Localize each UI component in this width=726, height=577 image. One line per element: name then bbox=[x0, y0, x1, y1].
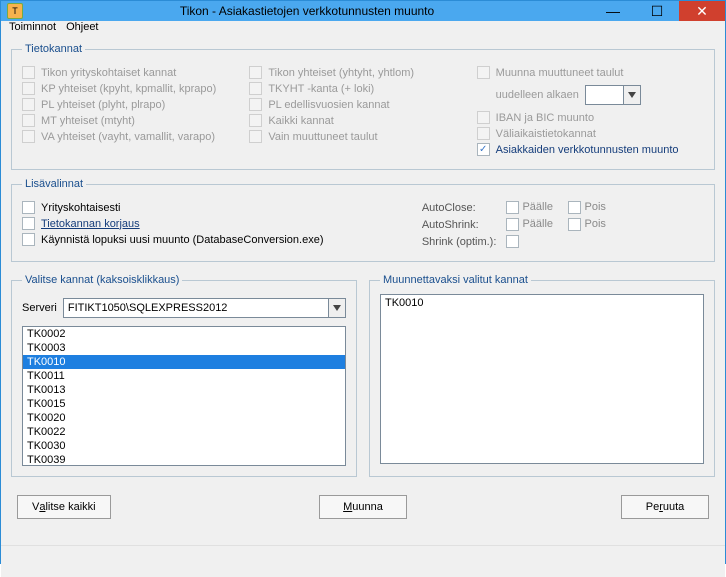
lisavalinnat-legend: Lisävalinnat bbox=[22, 178, 86, 190]
statusbar bbox=[1, 545, 725, 577]
tietokannat-legend: Tietokannat bbox=[22, 43, 85, 55]
list-item[interactable]: TK0030 bbox=[23, 439, 345, 453]
autoshrink-label: AutoShrink: bbox=[422, 217, 505, 232]
list-item[interactable]: TK0020 bbox=[23, 411, 345, 425]
chk-asiakkaiden-verkkotunnusten[interactable]: Asiakkaiden verkkotunnusten muunto bbox=[477, 143, 704, 156]
tietokannat-group: Tietokannat Tikon yrityskohtaiset kannat… bbox=[11, 43, 715, 170]
window-controls: — ☐ ✕ bbox=[591, 1, 725, 21]
valitut-text[interactable]: TK0010 bbox=[380, 294, 704, 464]
menubar: Toiminnot Ohjeet bbox=[1, 21, 725, 33]
list-item[interactable]: TK0015 bbox=[23, 397, 345, 411]
chk-pl-edellisvuosien: PL edellisvuosien kannat bbox=[249, 98, 476, 111]
valitse-kannat-group: Valitse kannat (kaksoisklikkaus) Serveri… bbox=[11, 274, 357, 477]
list-item[interactable]: TK0039 bbox=[23, 453, 345, 466]
chk-mt-yhteiset: MT yhteiset (mtyht) bbox=[22, 114, 249, 127]
chk-va-yhteiset: VA yhteiset (vayht, vamallit, varapo) bbox=[22, 130, 249, 143]
minimize-button[interactable]: — bbox=[591, 1, 635, 21]
chk-pl-yhteiset: PL yhteiset (plyht, plrapo) bbox=[22, 98, 249, 111]
chk-kaikki-kannat: Kaikki kannat bbox=[249, 114, 476, 127]
list-item[interactable]: TK0013 bbox=[23, 383, 345, 397]
muunna-button[interactable]: Muunna bbox=[319, 495, 407, 519]
chevron-down-icon bbox=[623, 86, 640, 104]
main-window: T Tikon - Asiakastietojen verkkotunnuste… bbox=[0, 0, 726, 564]
chk-iban-bic: IBAN ja BIC muunto bbox=[477, 111, 704, 124]
list-item[interactable]: TK0010 bbox=[23, 355, 345, 369]
chk-tikon-yhteiset: Tikon yhteiset (yhtyht, yhtlom) bbox=[249, 66, 476, 79]
list-item[interactable]: TK0022 bbox=[23, 425, 345, 439]
serveri-label: Serveri bbox=[22, 302, 57, 314]
list-item[interactable]: TK0002 bbox=[23, 327, 345, 341]
app-icon: T bbox=[7, 3, 23, 19]
chk-tikon-yrityskohtaiset: Tikon yrityskohtaiset kannat bbox=[22, 66, 249, 79]
titlebar[interactable]: T Tikon - Asiakastietojen verkkotunnuste… bbox=[1, 1, 725, 21]
autoclose-label: AutoClose: bbox=[422, 200, 505, 215]
close-button[interactable]: ✕ bbox=[679, 1, 725, 21]
uudelleen-alkaen-combo[interactable] bbox=[585, 85, 641, 105]
serveri-value: FITIKT1050\SQLEXPRESS2012 bbox=[68, 302, 228, 314]
chk-kaynnista-lopuksi[interactable]: Käynnistä lopuksi uusi muunto (DatabaseC… bbox=[22, 233, 420, 246]
menu-toiminnot[interactable]: Toiminnot bbox=[9, 21, 56, 33]
auto-options-table: AutoClose: Päälle Pois AutoShrink: Pääll… bbox=[420, 198, 631, 251]
uudelleen-alkaen-label: uudelleen alkaen bbox=[496, 89, 579, 101]
lisavalinnat-group: Lisävalinnat Yrityskohtaisesti Tietokann… bbox=[11, 178, 715, 262]
chk-tietokannan-korjaus[interactable]: Tietokannan korjaus bbox=[22, 217, 420, 230]
list-item[interactable]: TK0003 bbox=[23, 341, 345, 355]
button-row: Valitse kaikki Muunna Peruuta bbox=[11, 495, 715, 519]
chk-autoclose-pois[interactable] bbox=[568, 201, 581, 214]
maximize-button[interactable]: ☐ bbox=[635, 1, 679, 21]
client-area: Tietokannat Tikon yrityskohtaiset kannat… bbox=[1, 33, 725, 577]
kannat-listbox[interactable]: TK0002TK0003TK0010TK0011TK0013TK0015TK00… bbox=[22, 326, 346, 466]
window-title: Tikon - Asiakastietojen verkkotunnusten … bbox=[23, 4, 591, 18]
chk-vain-muuttuneet: Vain muuttuneet taulut bbox=[249, 130, 476, 143]
valitut-kannat-legend: Muunnettavaksi valitut kannat bbox=[380, 274, 531, 286]
chk-muunna-muuttuneet: Muunna muuttuneet taulut bbox=[477, 66, 704, 79]
valitse-kannat-legend: Valitse kannat (kaksoisklikkaus) bbox=[22, 274, 182, 286]
chk-tkyht-kanta: TKYHT -kanta (+ loki) bbox=[249, 82, 476, 95]
chk-shrink[interactable] bbox=[506, 235, 519, 248]
valitse-kaikki-button[interactable]: Valitse kaikki bbox=[17, 495, 111, 519]
chevron-down-icon bbox=[328, 299, 345, 317]
valitut-kannat-group: Muunnettavaksi valitut kannat TK0010 bbox=[369, 274, 715, 477]
chk-autoshrink-pois[interactable] bbox=[568, 218, 581, 231]
list-item[interactable]: TK0011 bbox=[23, 369, 345, 383]
chk-yrityskohtaisesti[interactable]: Yrityskohtaisesti bbox=[22, 201, 420, 214]
chk-autoshrink-paalle[interactable] bbox=[506, 218, 519, 231]
serveri-combo[interactable]: FITIKT1050\SQLEXPRESS2012 bbox=[63, 298, 346, 318]
chk-kp-yhteiset: KP yhteiset (kpyht, kpmallit, kprapo) bbox=[22, 82, 249, 95]
chk-autoclose-paalle[interactable] bbox=[506, 201, 519, 214]
peruuta-button[interactable]: Peruuta bbox=[621, 495, 709, 519]
menu-ohjeet[interactable]: Ohjeet bbox=[66, 21, 98, 33]
chk-valiaikaistietokannat: Väliaikaistietokannat bbox=[477, 127, 704, 140]
shrink-label: Shrink (optim.): bbox=[422, 234, 505, 249]
